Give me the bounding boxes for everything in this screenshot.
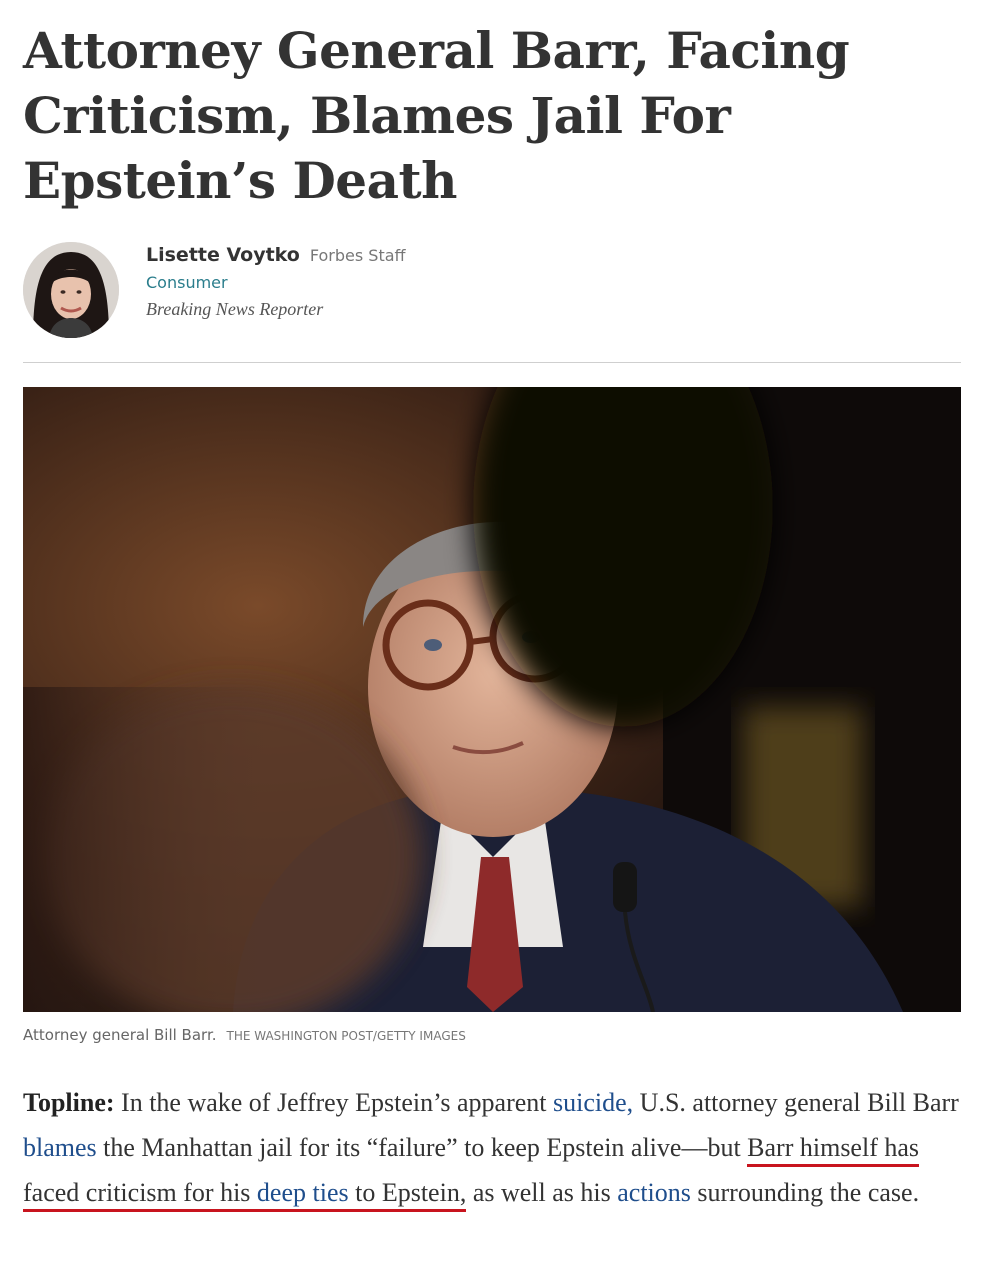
link-actions[interactable]: actions [617, 1178, 691, 1207]
body-text-3: the Manhattan jail for its “failure” to … [96, 1133, 748, 1162]
author-channel-link[interactable]: Consumer [146, 273, 406, 292]
link-blames[interactable]: blames [23, 1133, 97, 1162]
body-text-4: as well as his [466, 1178, 618, 1207]
byline-divider [23, 362, 961, 363]
photo-caption: Attorney general Bill Barr. THE WASHINGTO… [23, 1026, 961, 1044]
article-headline: Attorney General Barr, Facing Criticism,… [23, 21, 850, 210]
article-topline: Topline: In the wake of Jeffrey Epstein’… [23, 1080, 963, 1215]
link-deep-ties[interactable]: deep ties [257, 1178, 349, 1207]
body-text-1: In the wake of Jeffrey Epstein’s apparen… [114, 1088, 554, 1117]
hero-photo [23, 387, 961, 1012]
author-title: Breaking News Reporter [146, 299, 324, 319]
link-suicide[interactable]: suicide, [553, 1088, 633, 1117]
author-name-link[interactable]: Lisette Voytko [146, 244, 300, 266]
caption-text: Attorney general Bill Barr. [23, 1026, 217, 1044]
topline-label: Topline: [23, 1088, 115, 1117]
author-avatar[interactable] [23, 242, 119, 338]
body-text-2: U.S. attorney general Bill Barr [633, 1088, 959, 1117]
body-text-marked-end: to Epstein, [348, 1178, 467, 1207]
author-byline: Lisette Voytko Forbes Staff Consumer Bre… [23, 242, 963, 342]
author-role: Forbes Staff [309, 246, 406, 265]
photo-credit: THE WASHINGTON POST/GETTY IMAGES [226, 1029, 466, 1043]
body-text-5: surrounding the case. [690, 1178, 920, 1207]
